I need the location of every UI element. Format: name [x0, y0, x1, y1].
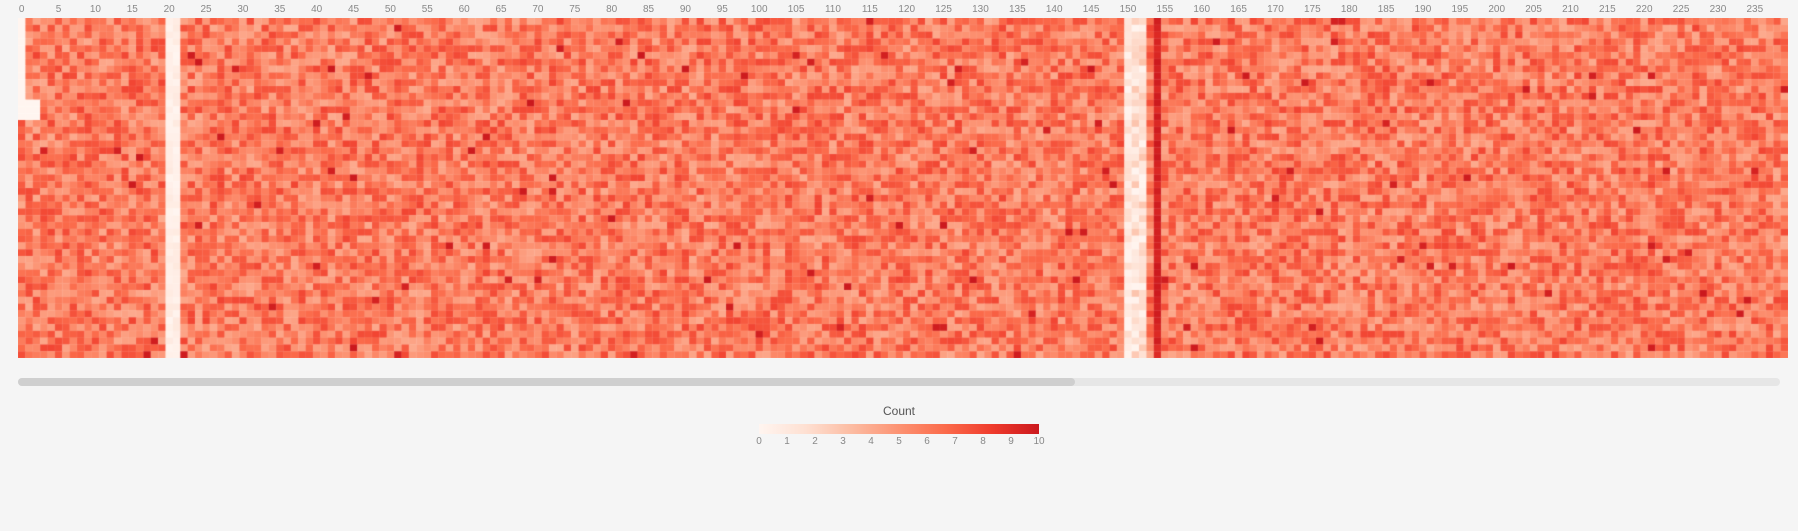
x-tick: 235: [1746, 4, 1763, 15]
x-tick: 120: [898, 4, 915, 15]
x-tick: 175: [1304, 4, 1321, 15]
legend-tick: 4: [868, 436, 874, 447]
heatmap-container: [18, 18, 1798, 531]
x-tick: 210: [1562, 4, 1579, 15]
x-tick: 230: [1710, 4, 1727, 15]
legend-gradient-bar: [759, 424, 1039, 434]
legend-tick: 6: [924, 436, 930, 447]
x-tick: 95: [717, 4, 728, 15]
legend-tick: 8: [980, 436, 986, 447]
x-tick: 10: [90, 4, 101, 15]
legend-title: Count: [883, 404, 915, 418]
x-tick: 65: [496, 4, 507, 15]
legend-tick: 9: [1008, 436, 1014, 447]
x-tick: 150: [1120, 4, 1137, 15]
x-tick: 180: [1341, 4, 1358, 15]
x-tick: 55: [422, 4, 433, 15]
x-tick: 85: [643, 4, 654, 15]
x-tick: 225: [1673, 4, 1690, 15]
x-tick: 205: [1525, 4, 1542, 15]
x-tick: 105: [788, 4, 805, 15]
x-tick: 40: [311, 4, 322, 15]
x-axis-top: 0 5 10 15 20 25 30 35 40 45 50 55 60 65 70 75 80 85 90 95 10…: [18, 0, 1798, 18]
legend-tick: 1: [784, 436, 790, 447]
x-tick: 155: [1156, 4, 1173, 15]
x-tick: 90: [680, 4, 691, 15]
x-tick: 110: [825, 4, 841, 15]
x-tick: 165: [1230, 4, 1247, 15]
heatmap-page: 0510152025303540455055606570758085909510…: [0, 0, 1798, 531]
x-tick: 140: [1046, 4, 1063, 15]
legend-tick: 5: [896, 436, 902, 447]
x-tick: 220: [1636, 4, 1653, 15]
legend-tick: 2: [812, 436, 818, 447]
x-tick: 25: [201, 4, 212, 15]
x-tick: 15: [127, 4, 138, 15]
legend-tick: 7: [952, 436, 958, 447]
color-legend: Count 0 1 2 3 4 5 6 7 8 9 10: [0, 404, 1798, 450]
x-tick: 145: [1083, 4, 1100, 15]
x-tick: 5: [56, 4, 62, 15]
x-tick: 35: [274, 4, 285, 15]
horizontal-scrollbar-thumb[interactable]: [18, 378, 1075, 386]
x-tick: 30: [237, 4, 248, 15]
x-tick: 50: [385, 4, 396, 15]
x-tick: 185: [1378, 4, 1395, 15]
x-tick: 115: [862, 4, 878, 15]
x-tick: 125: [935, 4, 952, 15]
x-tick: 130: [972, 4, 989, 15]
legend-tick: 3: [840, 436, 846, 447]
x-tick: 135: [1009, 4, 1026, 15]
legend-tick: 10: [1033, 436, 1044, 447]
x-tick: 170: [1267, 4, 1284, 15]
x-tick: 70: [532, 4, 543, 15]
horizontal-scrollbar-track[interactable]: [18, 378, 1780, 386]
legend-bar-wrap: 012345678910: [759, 424, 1039, 450]
x-tick: 20: [164, 4, 175, 15]
x-tick: 200: [1488, 4, 1505, 15]
x-tick: 60: [459, 4, 470, 15]
x-tick: 160: [1193, 4, 1210, 15]
x-tick: 195: [1451, 4, 1468, 15]
x-tick: 0: [19, 4, 25, 15]
x-tick: 190: [1415, 4, 1432, 15]
legend-ticks: 012345678910: [759, 436, 1039, 450]
x-tick: 75: [569, 4, 580, 15]
x-tick: 215: [1599, 4, 1616, 15]
x-tick: 80: [606, 4, 617, 15]
heatmap-canvas[interactable]: [18, 18, 1788, 358]
x-tick: 100: [751, 4, 768, 15]
legend-tick: 0: [756, 436, 762, 447]
x-tick: 45: [348, 4, 359, 15]
